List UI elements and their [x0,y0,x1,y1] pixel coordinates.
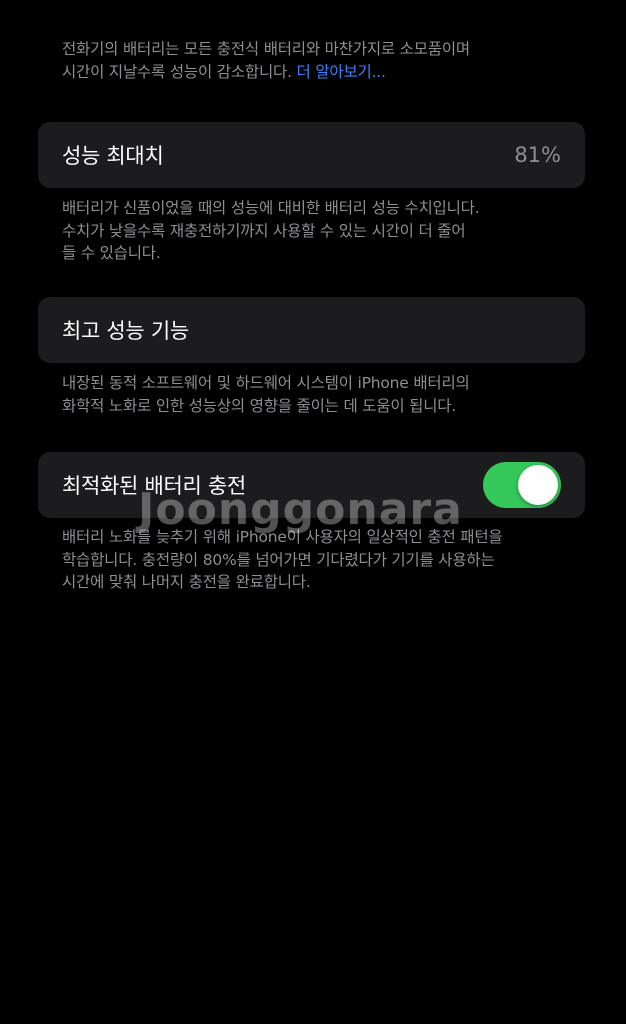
max-capacity-footnote-line-3: 들 수 있습니다. [62,244,161,262]
intro-line-1: 전화기의 배터리는 모든 충전식 배터리와 마찬가지로 소모품이며 [62,40,470,58]
optimized-charging-label: 최적화된 배터리 충전 [62,474,246,498]
optimized-charging-footnote-line-1: 배터리 노화를 늦추기 위해 iPhone이 사용자의 일상적인 충전 패턴을 [62,528,503,546]
max-capacity-value: 81% [514,143,561,167]
max-capacity-footnote: 배터리가 신품이었을 때의 성능에 대비한 배터리 성능 수치입니다. 수치가 … [62,197,582,265]
optimized-charging-footnote: 배터리 노화를 늦추기 위해 iPhone이 사용자의 일상적인 충전 패턴을 … [62,526,582,594]
max-capacity-footnote-line-1: 배터리가 신품이었을 때의 성능에 대비한 배터리 성능 수치입니다. [62,199,480,217]
optimized-charging-footnote-line-3: 시간에 맞춰 나머지 충전을 완료합니다. [62,573,311,591]
peak-performance-footnote: 내장된 동적 소프트웨어 및 하드웨어 시스템이 iPhone 배터리의 화학적… [62,372,582,417]
optimized-charging-toggle[interactable] [483,462,561,508]
optimized-charging-footnote-line-2: 학습합니다. 충전량이 80%를 넘어가면 기다렸다가 기기를 사용하는 [62,550,495,569]
peak-performance-label: 최고 성능 기능 [62,319,189,343]
max-capacity-footnote-line-2: 수치가 낮을수록 재충전하기까지 사용할 수 있는 시간이 더 줄어 [62,221,466,240]
toggle-knob [518,465,558,505]
optimized-charging-cell: 최적화된 배터리 충전 [38,452,585,518]
peak-performance-cell: 최고 성능 기능 [38,297,585,363]
intro-line-2: 시간이 지날수록 성능이 감소합니다. 더 알아보기... [62,61,582,84]
peak-performance-footnote-line-1: 내장된 동적 소프트웨어 및 하드웨어 시스템이 iPhone 배터리의 [62,374,470,392]
peak-performance-footnote-line-2: 화학적 노화로 인한 성능상의 영향을 줄이는 데 도움이 됩니다. [62,396,457,415]
intro-line-2-text: 시간이 지날수록 성능이 감소합니다. [62,63,297,81]
max-capacity-cell: 성능 최대치 81% [38,122,585,188]
learn-more-link[interactable]: 더 알아보기... [297,63,386,81]
max-capacity-label: 성능 최대치 [62,144,164,168]
battery-intro-text: 전화기의 배터리는 모든 충전식 배터리와 마찬가지로 소모품이며 시간이 지날… [62,38,582,84]
